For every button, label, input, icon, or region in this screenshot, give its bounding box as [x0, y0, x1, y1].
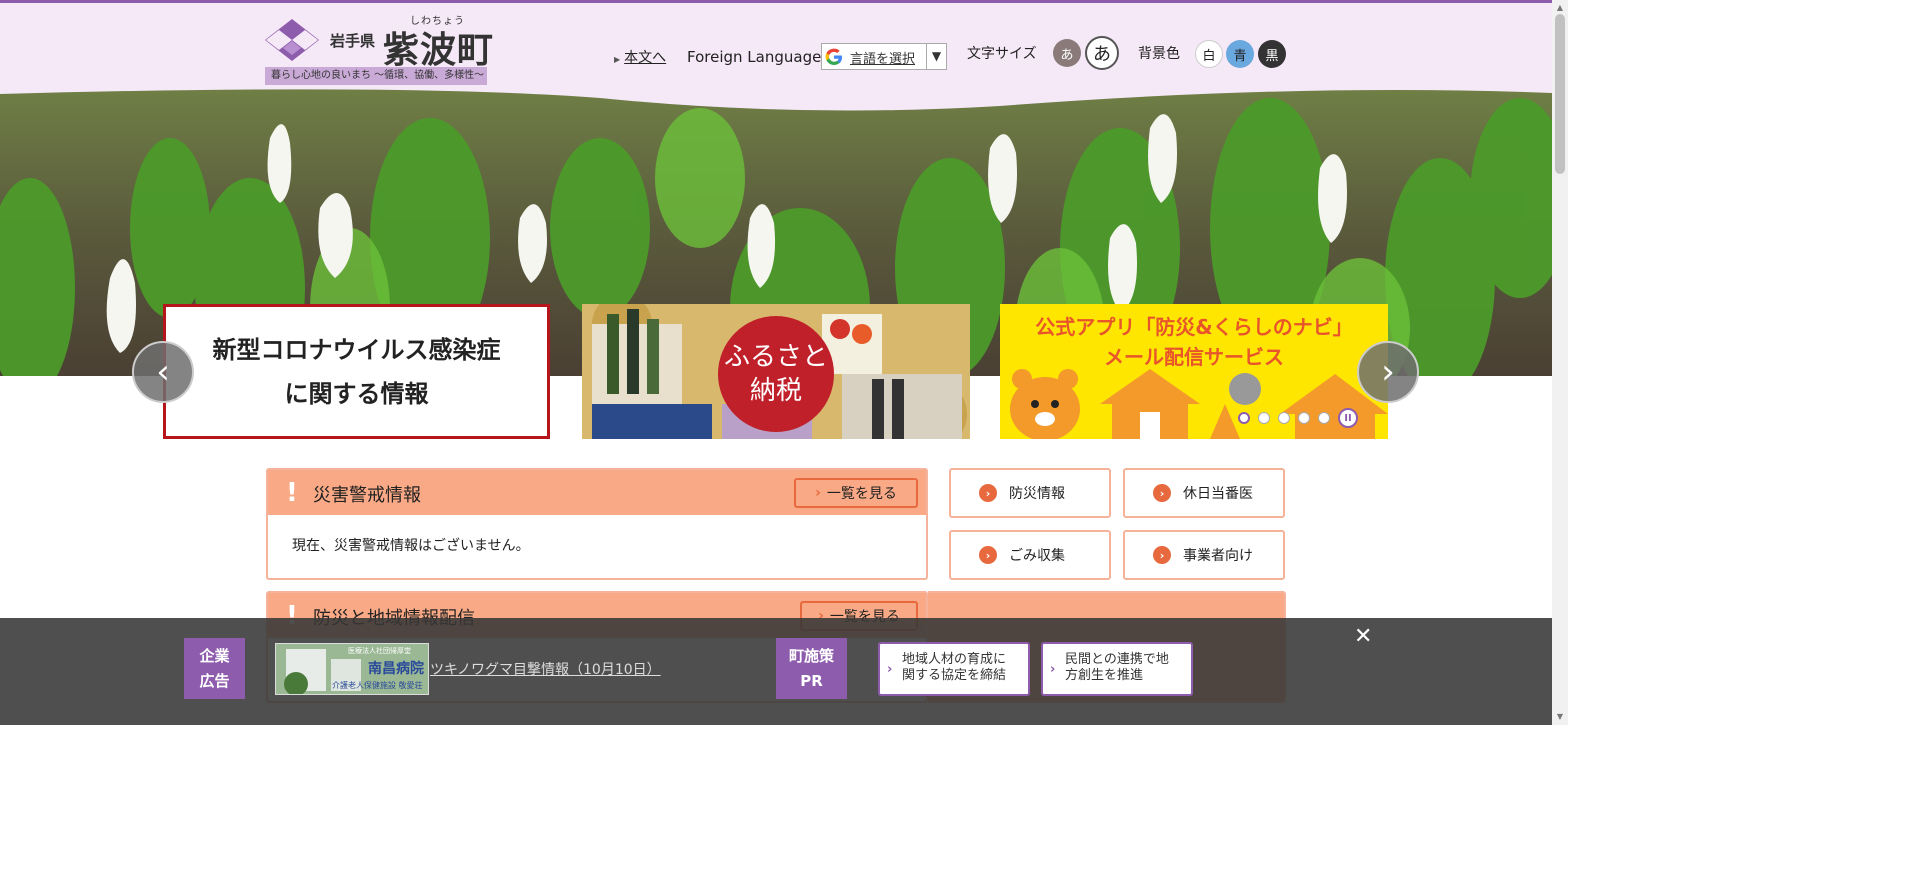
carousel-dot-1[interactable]	[1238, 412, 1250, 424]
text-size-large-button[interactable]: あ	[1085, 36, 1119, 70]
carousel-dot-2[interactable]	[1258, 412, 1270, 424]
carousel-prev-button[interactable]: ‹	[132, 341, 194, 403]
quick-link-label: 防災情報	[1009, 486, 1065, 502]
chevron-right-icon: ›	[1050, 662, 1056, 677]
quick-link-disaster-info[interactable]: › 防災情報	[949, 468, 1111, 518]
chevron-circle-icon: ›	[979, 546, 997, 564]
skip-link-label: 本文へ	[624, 50, 667, 66]
town-tagline: 暮らし心地の良いまち ～循環、協働、多様性～	[265, 67, 487, 85]
quick-link-holiday-doctor[interactable]: › 休日当番医	[1123, 468, 1285, 518]
language-select[interactable]: 言語を選択 ▼	[821, 43, 947, 70]
carousel-dot-3[interactable]	[1278, 412, 1290, 424]
pr1-line2: 関する協定を締結	[902, 668, 1007, 683]
google-icon	[825, 48, 842, 65]
text-size-label: 文字サイズ	[967, 46, 1037, 62]
chevron-circle-icon: ›	[1153, 484, 1171, 502]
dropdown-arrow-icon: ▼	[926, 44, 946, 69]
carousel-pause-button[interactable]: II	[1338, 408, 1358, 428]
chevron-circle-icon: ›	[979, 484, 997, 502]
carousel-indicators: II	[1238, 408, 1358, 428]
background-color-label: 背景色	[1138, 46, 1180, 62]
town-name-logo[interactable]: 紫波町	[383, 21, 494, 73]
ad-image-line3: 介護老人保健施設 敬愛荘	[332, 681, 423, 690]
disaster-alert-title: 災害警戒情報	[313, 485, 421, 506]
prefecture-label: 岩手県	[330, 32, 376, 50]
corporate-ad-tag: 企業 広告	[184, 638, 245, 699]
disaster-alert-header: ! 災害警戒情報 › 一覧を見る	[268, 470, 926, 515]
carousel-dot-5[interactable]	[1318, 412, 1330, 424]
chevron-right-icon: ›	[815, 485, 821, 501]
skip-to-content-link[interactable]: ▶ 本文へ	[614, 47, 666, 67]
site-header: 岩手県 しわちょう 紫波町 暮らし心地の良いまち ～循環、協働、多様性～ ▶ 本文…	[0, 3, 1552, 93]
bg-black-button[interactable]: 黒	[1258, 40, 1286, 68]
pr-tag-line1: 町施策	[788, 646, 834, 665]
pr2-line1: 民間との連携で地	[1065, 652, 1169, 667]
text-size-small-button[interactable]: あ	[1053, 39, 1081, 67]
covid-banner-line1: 新型コロナウイルス感染症	[212, 335, 501, 364]
view-all-label: 一覧を見る	[826, 486, 897, 502]
covid-banner-line2: に関する情報	[284, 379, 429, 408]
quick-link-label: 休日当番医	[1183, 486, 1253, 502]
ad-tag-line2: 広告	[199, 671, 230, 690]
foreign-language-label: Foreign Language	[687, 48, 822, 66]
carousel-next-button[interactable]: ›	[1357, 341, 1419, 403]
ad-image-line1: 医療法人社団帰厚堂	[348, 647, 411, 655]
bg-white-button[interactable]: 白	[1195, 40, 1223, 68]
town-emblem-icon[interactable]	[265, 19, 319, 61]
ad-tag-line1: 企業	[199, 646, 230, 665]
pr-tag-line2: PR	[800, 671, 823, 690]
pr1-line1: 地域人材の育成に	[902, 652, 1007, 667]
pr-link-talent-agreement[interactable]: › 地域人材の育成に 関する協定を締結	[878, 642, 1030, 696]
bg-blue-button[interactable]: 青	[1226, 40, 1254, 68]
disaster-alert-body: 現在、災害警戒情報はございません。	[292, 538, 530, 554]
pr2-line2: 方創生を推進	[1065, 668, 1144, 683]
header-wave-decoration	[0, 88, 1552, 111]
chevron-circle-icon: ›	[1153, 546, 1171, 564]
disaster-view-all-button[interactable]: › 一覧を見る	[794, 478, 918, 508]
covid-info-banner[interactable]: 新型コロナウイルス感染症 に関する情報	[163, 304, 550, 439]
ad-image-line2: 南昌病院	[368, 661, 424, 677]
bear-sighting-link[interactable]: ツキノワグマ目撃情報（10月10日）	[430, 659, 661, 679]
language-select-label: 言語を選択	[850, 52, 916, 67]
close-icon[interactable]: ✕	[1354, 624, 1372, 649]
exclamation-icon: !	[286, 478, 298, 508]
quick-link-label: ごみ収集	[1009, 548, 1065, 564]
carousel-dot-4[interactable]	[1298, 412, 1310, 424]
pr-link-regional-revitalization[interactable]: › 民間との連携で地 方創生を推進	[1041, 642, 1193, 696]
disaster-alert-panel: ! 災害警戒情報 › 一覧を見る 現在、災害警戒情報はございません。	[266, 468, 928, 580]
scroll-thumb[interactable]	[1555, 14, 1565, 174]
quick-link-label: 事業者向け	[1183, 548, 1253, 564]
chevron-right-icon: ›	[887, 662, 893, 677]
page-scrollbar[interactable]: ▲ ▼	[1552, 0, 1568, 725]
furusato-tax-banner[interactable]: ふるさと 納税	[582, 304, 970, 439]
hospital-ad-image[interactable]: 医療法人社団帰厚堂 南昌病院 介護老人保健施設 敬愛荘	[275, 643, 429, 695]
furusato-line2: 納税	[749, 376, 802, 406]
quick-link-garbage[interactable]: › ごみ収集	[949, 530, 1111, 580]
furusato-line1: ふるさと	[723, 342, 828, 372]
town-pr-tag: 町施策 PR	[776, 638, 847, 699]
scroll-down-icon[interactable]: ▼	[1552, 709, 1568, 725]
triangle-right-icon: ▶	[614, 55, 621, 64]
quick-link-business[interactable]: › 事業者向け	[1123, 530, 1285, 580]
